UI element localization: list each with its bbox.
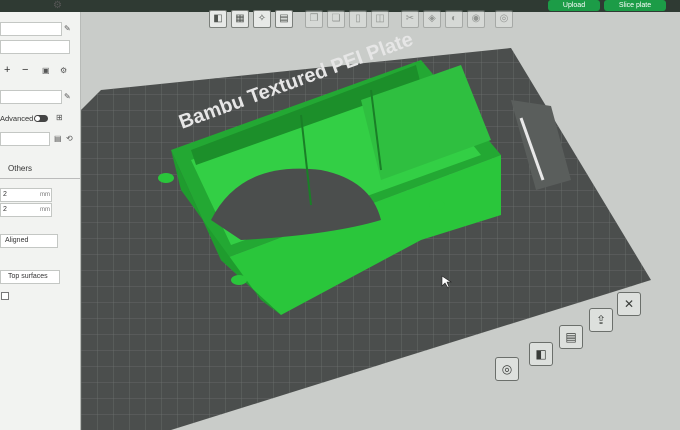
line-height-value: 2 bbox=[3, 206, 7, 213]
measure-icon[interactable]: ◎ bbox=[495, 10, 513, 28]
paint-icon[interactable]: ◈ bbox=[423, 10, 441, 28]
line-width-value: 2 bbox=[3, 191, 7, 198]
ironing-type-select[interactable]: Top surfaces bbox=[0, 270, 60, 284]
settings-gear-icon[interactable]: ⚙ bbox=[60, 66, 67, 75]
perspective-icon[interactable]: ◧ bbox=[529, 342, 553, 366]
seam-position-value: Aligned bbox=[5, 237, 29, 244]
arrange-icon[interactable]: ✧ bbox=[253, 10, 271, 28]
layers-icon[interactable]: ▤ bbox=[275, 10, 293, 28]
tab-others-label: Others bbox=[8, 164, 33, 173]
cube-icon[interactable]: ◧ bbox=[209, 10, 227, 28]
tab-others[interactable]: Others bbox=[0, 160, 80, 179]
3d-viewport[interactable]: Bambu Textured PEI Plate ◎ ◧ ▤ ⇪ ✕ bbox=[81, 30, 680, 430]
text-icon[interactable]: ◉ bbox=[467, 10, 485, 28]
export-icon[interactable]: ⇪ bbox=[589, 308, 613, 332]
seam-icon[interactable]: ◐ bbox=[445, 10, 463, 28]
process-select[interactable] bbox=[0, 90, 62, 104]
advanced-label: Advanced bbox=[0, 114, 34, 123]
line-height-unit: mm bbox=[40, 207, 50, 213]
cut-icon[interactable]: ◫ bbox=[371, 10, 389, 28]
delete-icon[interactable]: ▯ bbox=[349, 10, 367, 28]
compare-icon[interactable]: ⊞ bbox=[56, 113, 63, 122]
slicer-app: Upload Slice plate ⚙ ✎ + − ▣ ⚙ ✎ Advance… bbox=[0, 0, 680, 430]
edit-process-icon[interactable]: ✎ bbox=[64, 92, 71, 101]
seam-position-select[interactable]: Aligned bbox=[0, 234, 58, 248]
scene: Bambu Textured PEI Plate bbox=[81, 30, 651, 430]
paste-icon[interactable]: ❏ bbox=[327, 10, 345, 28]
advanced-toggle[interactable] bbox=[34, 115, 48, 122]
ironing-type-value: Top surfaces bbox=[8, 273, 48, 280]
main-toolbar: ◧ ▦ ✧ ▤ ❐ ❏ ▯ ◫ ✂ ◈ ◐ ◉ ◎ bbox=[195, 8, 625, 30]
printer-select[interactable] bbox=[0, 22, 62, 36]
sync-icon[interactable]: ▣ bbox=[42, 66, 50, 75]
copy-icon[interactable]: ❐ bbox=[305, 10, 323, 28]
close-icon[interactable]: ✕ bbox=[617, 292, 641, 316]
reset-icon[interactable]: ⟲ bbox=[66, 134, 73, 143]
save-preset-icon[interactable]: ▤ bbox=[54, 134, 62, 143]
save-icon[interactable]: ▤ bbox=[559, 325, 583, 349]
grid-icon[interactable]: ▦ bbox=[231, 10, 249, 28]
support-icon[interactable]: ✂ bbox=[401, 10, 419, 28]
line-width-unit: mm bbox=[40, 192, 50, 198]
filament-select[interactable] bbox=[0, 40, 70, 54]
remove-symbol[interactable]: − bbox=[22, 64, 28, 76]
view-icon[interactable]: ◎ bbox=[495, 357, 519, 381]
edit-icon[interactable]: ✎ bbox=[64, 24, 71, 33]
add-symbol[interactable]: + bbox=[4, 64, 10, 76]
search-field[interactable] bbox=[0, 132, 50, 146]
option-checkbox[interactable] bbox=[1, 292, 9, 300]
gear-icon[interactable]: ⚙ bbox=[52, 0, 63, 11]
settings-panel: ⚙ ✎ + − ▣ ⚙ ✎ Advanced ⊞ ▤ ⟲ Others 2 mm… bbox=[0, 0, 81, 430]
